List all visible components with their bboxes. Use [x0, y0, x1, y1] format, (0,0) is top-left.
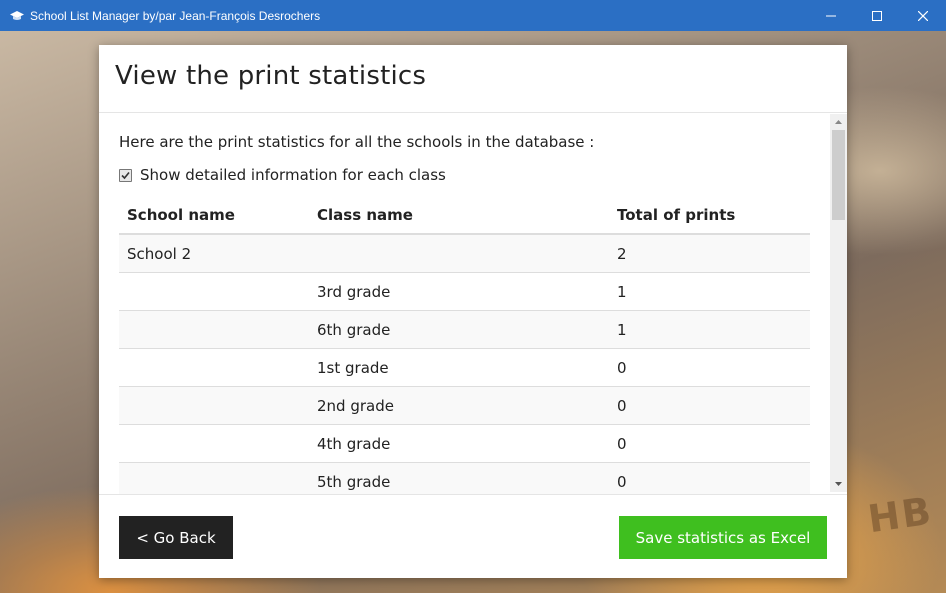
prints-cell: 2 [609, 234, 810, 273]
scroll-down-arrow-icon [835, 482, 842, 486]
window-controls [808, 0, 946, 31]
graduation-cap-icon [10, 10, 24, 20]
prints-cell: 0 [609, 386, 810, 425]
dialog-header: View the print statistics [99, 45, 847, 113]
maximize-icon [872, 10, 882, 21]
scroll-down-button[interactable] [830, 476, 847, 492]
scroll-up-arrow-icon [835, 120, 842, 124]
minimize-button[interactable] [808, 0, 854, 31]
detailed-info-option[interactable]: Show detailed information for each class [119, 166, 446, 184]
save-excel-button[interactable]: Save statistics as Excel [619, 516, 827, 559]
class-cell [309, 234, 609, 273]
table-row: School 2 2 [119, 234, 810, 273]
scroll-up-button[interactable] [830, 114, 847, 130]
prints-cell: 1 [609, 272, 810, 311]
table-row: 2nd grade 0 [119, 386, 810, 425]
window-title: School List Manager by/par Jean-François… [30, 8, 321, 23]
dialog-footer: < Go Back Save statistics as Excel [99, 494, 847, 579]
table-row: 1st grade 0 [119, 348, 810, 387]
print-statistics-dialog: View the print statistics Here are the p… [99, 45, 847, 578]
table-row: 5th grade 0 [119, 462, 810, 494]
maximize-button[interactable] [854, 0, 900, 31]
school-cell [119, 310, 309, 349]
detailed-info-label[interactable]: Show detailed information for each class [140, 166, 446, 184]
school-cell [119, 272, 309, 311]
class-cell: 3rd grade [309, 272, 609, 311]
class-cell: 1st grade [309, 348, 609, 387]
dialog-content[interactable]: Here are the print statistics for all th… [99, 113, 847, 494]
class-cell: 6th grade [309, 310, 609, 349]
detailed-info-checkbox[interactable] [119, 168, 132, 182]
table-row: 3rd grade 1 [119, 272, 810, 311]
column-header-class: Class name [309, 197, 609, 235]
intro-text: Here are the print statistics for all th… [119, 133, 595, 151]
column-header-prints: Total of prints [609, 197, 810, 235]
table-row: 4th grade 0 [119, 424, 810, 463]
prints-cell: 0 [609, 424, 810, 463]
table-header-row: School name Class name Total of prints [119, 197, 810, 235]
prints-cell: 0 [609, 462, 810, 494]
statistics-table: School name Class name Total of prints S… [119, 197, 810, 494]
table-row: 6th grade 1 [119, 310, 810, 349]
class-cell: 2nd grade [309, 386, 609, 425]
column-header-school: School name [119, 197, 309, 235]
school-cell [119, 424, 309, 463]
prints-cell: 1 [609, 310, 810, 349]
checkmark-icon [121, 171, 130, 179]
school-cell: School 2 [119, 234, 309, 273]
class-cell: 5th grade [309, 462, 609, 494]
school-cell [119, 386, 309, 425]
go-back-button[interactable]: < Go Back [119, 516, 233, 559]
pencil-marking: HB [865, 488, 936, 542]
dialog-title: View the print statistics [115, 61, 427, 91]
prints-cell: 0 [609, 348, 810, 387]
window-titlebar: School List Manager by/par Jean-François… [0, 0, 946, 31]
school-cell [119, 348, 309, 387]
minimize-icon [826, 15, 836, 16]
content-scrollbar[interactable] [830, 114, 847, 492]
scrollbar-thumb[interactable] [832, 130, 845, 220]
class-cell: 4th grade [309, 424, 609, 463]
close-icon [918, 10, 928, 21]
close-button[interactable] [900, 0, 946, 31]
school-cell [119, 462, 309, 494]
